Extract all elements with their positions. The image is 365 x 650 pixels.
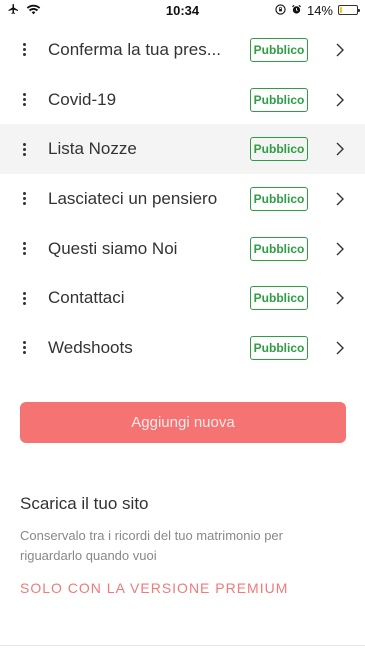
- drag-dot: [22, 291, 26, 295]
- wifi-icon: [26, 3, 41, 18]
- drag-dot: [22, 93, 26, 97]
- drag-dot: [22, 346, 26, 350]
- drag-dot: [22, 202, 26, 206]
- drag-dot: [22, 351, 26, 355]
- drag-handle-icon[interactable]: [0, 341, 48, 355]
- drag-handle-icon[interactable]: [0, 192, 48, 206]
- page-row[interactable]: Lasciateci un pensiero Pubblico: [0, 174, 365, 224]
- status-badge: Pubblico: [250, 37, 308, 62]
- status-badge: Pubblico: [250, 335, 308, 360]
- drag-dot: [22, 341, 26, 345]
- airplane-icon: [7, 3, 20, 18]
- download-section-title: Scarica il tuo sito: [20, 494, 149, 513]
- drag-dot: [22, 98, 26, 102]
- drag-dot: [22, 103, 26, 107]
- pages-list: Conferma la tua pres... Pubblico Covid-19 P…: [0, 25, 365, 373]
- drag-dot: [22, 252, 26, 256]
- drag-dot: [22, 152, 26, 156]
- status-right: 14%: [275, 3, 365, 18]
- drag-dot: [22, 43, 26, 47]
- drag-handle-icon[interactable]: [0, 93, 48, 107]
- chevron-right-icon: [336, 142, 344, 156]
- battery-percent: 14%: [306, 2, 333, 18]
- page-title: Wedshoots: [48, 337, 133, 357]
- download-section-description: Conservalo tra i ricordi del tuo matrimo…: [20, 528, 283, 563]
- chevron-right-icon: [336, 242, 344, 256]
- chevron-right-icon: [336, 192, 344, 206]
- page-row[interactable]: Wedshoots Pubblico: [0, 323, 365, 373]
- page-title: Conferma la tua pres...: [48, 39, 221, 59]
- page-title: Lasciateci un pensiero: [48, 188, 218, 208]
- chevron-right-icon: [336, 341, 344, 355]
- status-badge: Pubblico: [250, 186, 308, 211]
- status-badge: Pubblico: [250, 87, 308, 112]
- page-row[interactable]: Lista Nozze Pubblico: [0, 124, 365, 175]
- drag-dot: [22, 197, 26, 201]
- premium-only-link[interactable]: SOLO CON LA VERSIONE PREMIUM: [20, 580, 288, 596]
- drag-dot: [22, 296, 26, 300]
- page-row[interactable]: Questi siamo Noi Pubblico: [0, 224, 365, 274]
- page-title: Contattaci: [48, 288, 125, 308]
- drag-dot: [22, 192, 26, 196]
- page-title: Lista Nozze: [48, 139, 137, 159]
- status-badge: Pubblico: [250, 236, 308, 261]
- page-title: Questi siamo Noi: [48, 238, 178, 258]
- alarm-icon: [291, 3, 302, 18]
- page-row[interactable]: Covid-19 Pubblico: [0, 75, 365, 125]
- page-row[interactable]: Conferma la tua pres... Pubblico: [0, 25, 365, 75]
- drag-dot: [22, 247, 26, 251]
- battery-icon: [338, 5, 360, 15]
- drag-handle-icon[interactable]: [0, 291, 48, 305]
- page-title: Covid-19: [48, 89, 117, 109]
- status-badge: Pubblico: [250, 137, 308, 162]
- drag-dot: [22, 147, 26, 151]
- status-left: [0, 3, 41, 18]
- drag-dot: [22, 48, 26, 52]
- drag-dot: [22, 242, 26, 246]
- status-bar: 10:34 14%: [0, 0, 365, 20]
- add-page-button[interactable]: Aggiungi nuova: [20, 402, 346, 443]
- bottom-divider: [0, 645, 365, 646]
- page-row[interactable]: Contattaci Pubblico: [0, 273, 365, 323]
- battery-level: [340, 7, 342, 13]
- drag-handle-icon[interactable]: [0, 43, 48, 57]
- lock-rotation-icon: [275, 3, 286, 18]
- drag-dot: [22, 142, 26, 146]
- chevron-right-icon: [336, 93, 344, 107]
- drag-dot: [22, 53, 26, 57]
- chevron-right-icon: [336, 43, 344, 57]
- drag-handle-icon[interactable]: [0, 242, 48, 256]
- drag-handle-icon[interactable]: [0, 142, 48, 156]
- chevron-right-icon: [336, 291, 344, 305]
- drag-dot: [22, 301, 26, 305]
- status-badge: Pubblico: [250, 286, 308, 311]
